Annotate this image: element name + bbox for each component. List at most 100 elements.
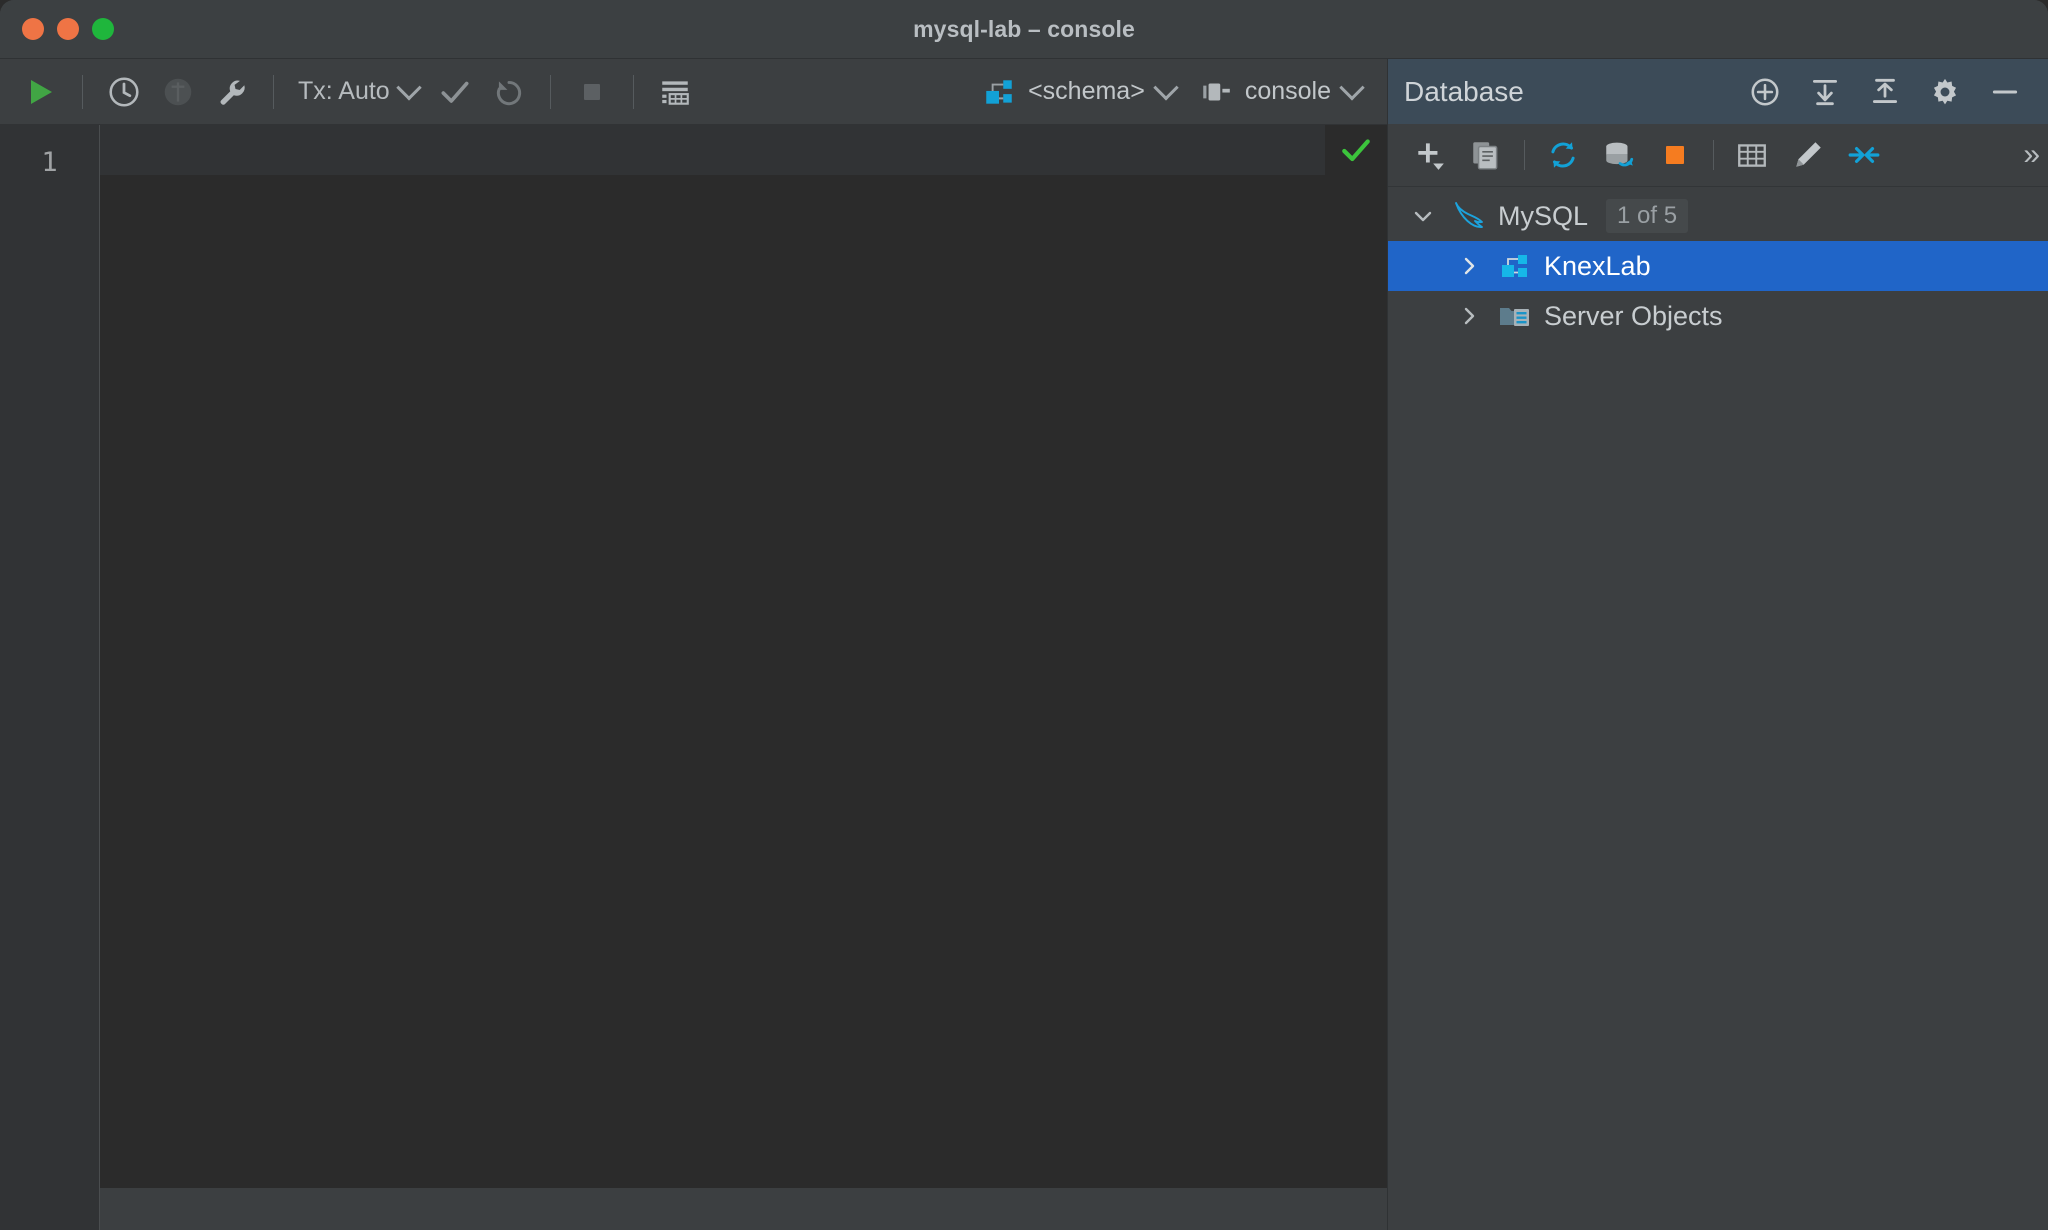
- clock-icon: [109, 76, 139, 107]
- tree-row[interactable]: MySQL 1 of 5: [1388, 191, 2048, 241]
- editor-code-area[interactable]: [100, 125, 1387, 1230]
- collapse-all-button[interactable]: [1856, 63, 1914, 121]
- toolbar-separator: [632, 74, 634, 109]
- tree-row[interactable]: KnexLab: [1388, 241, 2048, 291]
- chevron-right-icon[interactable]: [1446, 293, 1492, 339]
- sql-editor[interactable]: 1: [0, 125, 1387, 1230]
- tree-item-label: KnexLab: [1544, 250, 1651, 281]
- plus-circle-icon: [1751, 78, 1779, 105]
- execute-button[interactable]: [14, 65, 68, 119]
- orange-stop-icon: [1666, 146, 1684, 164]
- stop-button[interactable]: [1647, 129, 1703, 181]
- checkmark-icon: [441, 81, 469, 103]
- console-toolbar: Tx: Auto <schema> console: [0, 59, 1387, 125]
- tree-item-label: Server Objects: [1544, 300, 1723, 331]
- status-badge: 1 of 5: [1606, 199, 1689, 233]
- jump-to-editor-button[interactable]: [1836, 129, 1892, 181]
- gear-icon: [1933, 78, 1957, 104]
- toolbar-separator: [549, 74, 551, 109]
- chevron-right-glyph: [1464, 307, 1475, 325]
- chevron-down-glyph: [1414, 211, 1432, 222]
- mysql-dolphin-icon: [1446, 193, 1492, 239]
- toolbar-separator: [273, 74, 274, 109]
- editor-bottom-padding: [100, 1188, 1387, 1230]
- schema-selector[interactable]: <schema>: [970, 74, 1187, 109]
- rollback-button[interactable]: [482, 65, 536, 119]
- green-check-icon: [1342, 139, 1370, 162]
- collapse-all-icon: [1872, 78, 1898, 103]
- chevron-down-icon: [395, 74, 422, 100]
- chevron-down-icon: [1339, 74, 1365, 100]
- editor-inspection-strip: [100, 125, 1387, 175]
- transaction-mode-selector[interactable]: Tx: Auto: [288, 74, 428, 106]
- copy-icon: [1473, 142, 1498, 170]
- schema-icon: [1492, 243, 1538, 289]
- console-session-icon: [1203, 83, 1230, 100]
- application-window: mysql-lab – console Tx: Auto <schema> co…: [0, 0, 2048, 1230]
- refresh-icon: [1551, 142, 1575, 168]
- tree-item-label: MySQL: [1498, 200, 1589, 231]
- table-icon: [1738, 144, 1766, 167]
- title-bar: mysql-lab – console: [0, 0, 2048, 59]
- refresh-button[interactable]: [1535, 129, 1591, 181]
- schema-glyph: [1502, 255, 1527, 277]
- close-window-button[interactable]: [22, 18, 44, 40]
- zoom-window-button[interactable]: [92, 18, 114, 40]
- data-source-properties-button[interactable]: [151, 65, 205, 119]
- database-tool-window: Database » MySQL 1 of 5 KnexLab Server O…: [1387, 59, 2048, 1230]
- stop-button[interactable]: [565, 65, 619, 119]
- chevron-right-icon[interactable]: [1446, 243, 1492, 289]
- table-icon: [661, 80, 689, 105]
- transaction-mode-label: Tx: Auto: [298, 77, 390, 105]
- duplicate-button[interactable]: [1458, 129, 1514, 181]
- toolbar-separator: [1524, 140, 1525, 170]
- more-toolbar-button[interactable]: »: [2023, 138, 2048, 172]
- session-selector-value: console: [1244, 77, 1331, 105]
- chevron-down-icon: [1153, 74, 1179, 100]
- settings-wrench-button[interactable]: [205, 65, 259, 119]
- server-objects-icon: [1492, 293, 1538, 339]
- schema-selector-value: <schema>: [1028, 77, 1145, 105]
- tree-row[interactable]: Server Objects: [1388, 291, 2048, 341]
- server-objects-glyph: [1500, 308, 1529, 326]
- toolbar-separator: [82, 74, 83, 109]
- chevron-right-glyph: [1464, 257, 1475, 275]
- console-pane: Tx: Auto <schema> console 1: [0, 59, 1387, 1230]
- line-number: 1: [41, 147, 58, 178]
- settings-button[interactable]: [1916, 63, 1974, 121]
- database-panel-title: Database: [1404, 75, 1524, 107]
- history-button[interactable]: [97, 65, 151, 119]
- table-view-button[interactable]: [648, 65, 702, 119]
- pencil-icon: [1796, 142, 1821, 167]
- new-button[interactable]: [1402, 129, 1458, 181]
- database-tree[interactable]: MySQL 1 of 5 KnexLab Server Objects: [1388, 187, 2048, 1230]
- plus-dropdown-icon: [1418, 143, 1444, 170]
- schema-icon: [986, 79, 1012, 104]
- add-data-source-button[interactable]: [1736, 63, 1794, 121]
- disabled-circle-icon: [164, 78, 192, 105]
- rollback-icon: [496, 80, 521, 105]
- wrench-icon: [220, 80, 245, 105]
- edit-data-button[interactable]: [1780, 129, 1836, 181]
- play-icon: [31, 79, 52, 104]
- inspection-status-widget[interactable]: [1325, 125, 1387, 175]
- minimize-icon: [1992, 90, 2018, 93]
- jump-arrows-icon: [1848, 147, 1880, 163]
- database-panel-header: Database: [1388, 59, 2048, 124]
- window-title: mysql-lab – console: [913, 15, 1135, 42]
- session-selector[interactable]: console: [1187, 74, 1387, 109]
- db-sync-icon: [1606, 142, 1634, 167]
- traffic-lights: [0, 18, 114, 40]
- database-toolbar: »: [1388, 124, 2048, 187]
- expand-all-icon: [1812, 79, 1838, 105]
- minimize-window-button[interactable]: [57, 18, 79, 40]
- commit-button[interactable]: [428, 65, 482, 119]
- expand-all-button[interactable]: [1796, 63, 1854, 121]
- toolbar-separator: [1713, 140, 1714, 170]
- open-table-button[interactable]: [1724, 129, 1780, 181]
- synchronize-button[interactable]: [1591, 129, 1647, 181]
- mysql-dolphin-glyph: [1455, 202, 1483, 228]
- chevron-down-icon[interactable]: [1400, 193, 1446, 239]
- editor-gutter: 1: [0, 125, 100, 1230]
- hide-panel-button[interactable]: [1976, 63, 2034, 121]
